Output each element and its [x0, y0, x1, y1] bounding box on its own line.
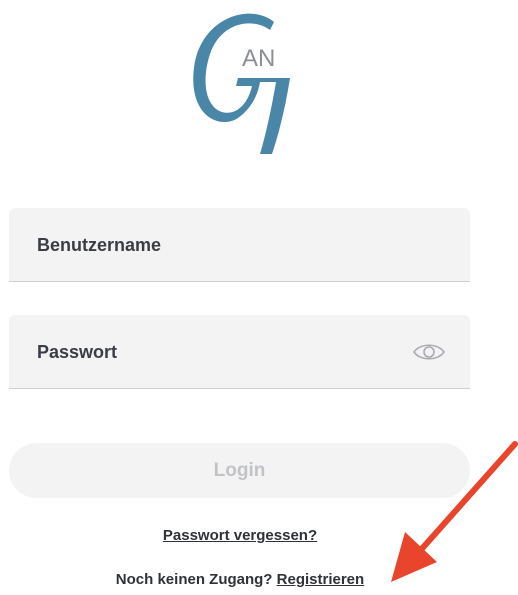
username-field[interactable]: Benutzername: [9, 208, 470, 282]
username-placeholder: Benutzername: [37, 235, 162, 255]
password-placeholder: Passwort: [37, 342, 118, 362]
red-arrow-icon: [391, 441, 518, 582]
logo-an-text: AN: [242, 45, 275, 72]
no-account-text: Noch keinen Zugang?: [115, 571, 273, 588]
password-field[interactable]: Passwort: [9, 315, 470, 389]
eye-icon[interactable]: [412, 341, 446, 363]
register-link[interactable]: Registrieren: [277, 571, 365, 588]
login-page: AN Benutzername Passwort Login Passwort …: [0, 0, 518, 595]
logo-g-shape: [193, 13, 290, 155]
gan-logo: AN: [193, 13, 290, 155]
